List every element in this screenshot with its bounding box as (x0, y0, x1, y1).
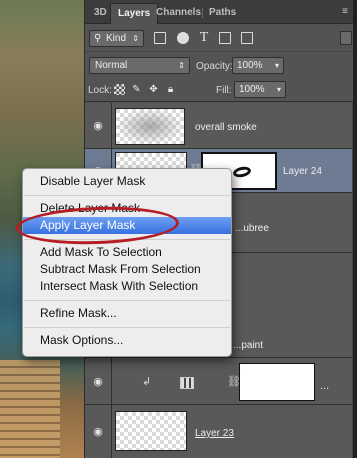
layer-name[interactable]: overall smoke (195, 122, 257, 133)
eye-column-divider (111, 358, 112, 404)
panel-menu-icon[interactable]: ≡ (338, 6, 352, 18)
search-icon: ⚲ (94, 33, 102, 44)
layer-name[interactable]: Layer 24 (283, 166, 322, 177)
layer-thumbnail (115, 411, 187, 451)
eye-column-divider (111, 103, 112, 148)
opacity-value: 100% (237, 60, 263, 71)
menu-item-disable-layer-mask[interactable]: Disable Layer Mask (23, 173, 231, 190)
lock-position-icon[interactable]: ✥ (148, 84, 159, 95)
smart-object-filter-icon[interactable] (241, 32, 253, 44)
blend-mode-select[interactable]: Normal ⇕ (89, 57, 190, 74)
mask-shape (232, 165, 252, 179)
menu-separator (24, 195, 230, 196)
chevron-down-icon: ⇕ (178, 61, 185, 70)
lock-all-icon[interactable]: 🔒︎ (165, 84, 176, 95)
window-edge (353, 0, 357, 458)
chevron-down-icon: ▾ (274, 61, 279, 70)
opacity-label: Opacity: (196, 61, 233, 72)
menu-separator (24, 300, 230, 301)
layer-name[interactable]: ...ubree (235, 223, 269, 234)
more-icon: ... (320, 380, 330, 392)
type-filter-icon[interactable]: T (198, 31, 210, 45)
lock-transparent-icon[interactable] (114, 84, 125, 95)
layer-name[interactable]: ...paint (233, 340, 263, 351)
filter-toggle-switch[interactable] (340, 31, 352, 45)
menu-item-subtract-mask-from-selection[interactable]: Subtract Mask From Selection (23, 261, 231, 278)
adjustment-layer-icon (180, 377, 194, 389)
layer-mask-context-menu: Disable Layer Mask Delete Layer Mask App… (22, 168, 232, 357)
menu-item-intersect-mask-with-selection[interactable]: Intersect Mask With Selection (23, 278, 231, 295)
menu-item-add-mask-to-selection[interactable]: Add Mask To Selection (23, 244, 231, 261)
menu-separator (24, 327, 230, 328)
filter-kind-label: Kind (106, 33, 127, 44)
layer-mask-thumbnail[interactable] (239, 363, 315, 401)
layer-row[interactable]: ◉ overall smoke (85, 103, 357, 149)
lock-label: Lock: (88, 85, 112, 96)
layer-thumbnail (115, 108, 185, 145)
eye-column-divider (111, 405, 112, 458)
chevron-down-icon: ▾ (276, 85, 281, 94)
blend-mode-value: Normal (95, 60, 128, 71)
layer-row[interactable]: ◉ Layer 23 (85, 405, 357, 458)
filter-kind-select[interactable]: ⚲ Kind ⇕ (89, 30, 144, 47)
visibility-eye-icon[interactable]: ◉ (91, 375, 105, 389)
image-filter-icon[interactable] (154, 32, 166, 44)
tab-channels[interactable]: Channels (149, 3, 208, 24)
adjustment-filter-icon[interactable] (177, 32, 189, 44)
chevron-down-icon: ⇕ (132, 34, 139, 43)
blend-mode-row: Normal ⇕ Opacity: 100% ▾ (85, 53, 357, 77)
opacity-field[interactable]: 100% ▾ (232, 57, 284, 74)
clipping-arrow-icon: ↲ (142, 376, 152, 388)
layer-row[interactable]: ◉ ↲ ⛓ ... (85, 358, 357, 405)
fill-field[interactable]: 100% ▾ (234, 81, 286, 98)
visibility-eye-icon[interactable]: ◉ (91, 119, 105, 133)
visibility-eye-icon[interactable]: ◉ (91, 425, 105, 439)
lock-row: Lock: ✎ ✥ 🔒︎ Fill: 100% ▾ (85, 78, 357, 102)
menu-item-mask-options[interactable]: Mask Options... (23, 332, 231, 349)
panel-tab-bar: 3D Layers Channels Paths ≡ (85, 0, 357, 24)
layer-filter-row: ⚲ Kind ⇕ T (85, 25, 357, 52)
tab-paths[interactable]: Paths (202, 3, 243, 24)
fill-label: Fill: (216, 85, 232, 96)
shape-filter-icon[interactable] (219, 32, 231, 44)
menu-item-refine-mask[interactable]: Refine Mask... (23, 305, 231, 322)
fill-value: 100% (239, 84, 265, 95)
lock-image-icon[interactable]: ✎ (131, 84, 142, 95)
layer-name[interactable]: Layer 23 (195, 428, 234, 439)
